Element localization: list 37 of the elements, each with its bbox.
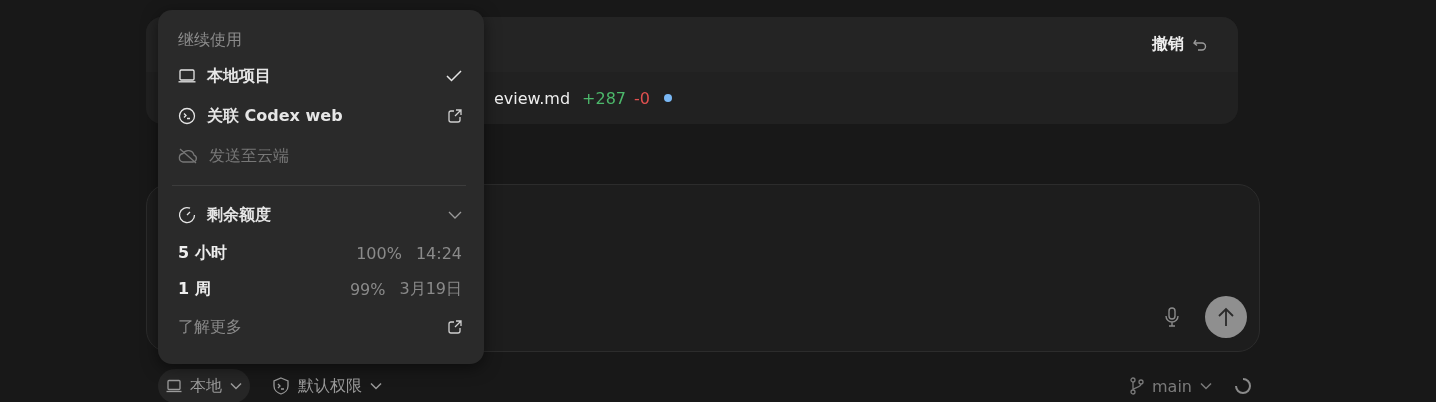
chevron-down-icon [370, 382, 382, 390]
quota-reset: 3月19日 [399, 278, 462, 300]
external-link-icon [448, 320, 462, 334]
quota-percent: 100% [356, 243, 402, 263]
removed-count: -0 [634, 88, 650, 108]
cloud-off-icon [178, 148, 198, 164]
quota-reset: 14:24 [415, 243, 462, 263]
terminal-circle-icon [178, 107, 196, 125]
added-count: +287 [582, 88, 626, 108]
check-icon [446, 70, 462, 82]
quota-header[interactable]: 剩余额度 [172, 195, 466, 235]
status-dot-icon [663, 94, 672, 102]
spinner-icon [1234, 377, 1252, 395]
chevron-down-icon [230, 382, 242, 390]
mode-button[interactable]: 本地 [158, 369, 250, 402]
section-title: 继续使用 [177, 30, 243, 51]
gauge-icon [178, 206, 196, 224]
quota-period: 5 小时 [178, 242, 228, 264]
chevron-down-icon [448, 211, 462, 219]
quota-percent: 99% [349, 279, 386, 299]
branch-button[interactable]: main [1122, 369, 1220, 402]
microphone-icon[interactable] [1165, 307, 1179, 327]
laptop-icon [166, 379, 182, 393]
undo-button[interactable]: 撤销 [1152, 34, 1208, 55]
quota-period: 1 周 [178, 278, 212, 300]
laptop-icon [178, 69, 196, 83]
learn-more-link[interactable]: 了解更多 [172, 307, 466, 347]
branch-icon [1130, 377, 1144, 395]
shield-terminal-icon [272, 377, 290, 395]
menu-item[interactable]: 关联 Codex web [172, 96, 466, 136]
arrow-up-icon [1217, 307, 1235, 327]
chevron-down-icon [1200, 382, 1212, 390]
send-button[interactable] [1205, 296, 1247, 338]
external-link-icon [448, 109, 462, 123]
menu-item[interactable]: 本地项目 [172, 56, 466, 96]
permissions-button[interactable]: 默认权限 [264, 369, 390, 402]
file-name: eview.md [494, 88, 571, 108]
